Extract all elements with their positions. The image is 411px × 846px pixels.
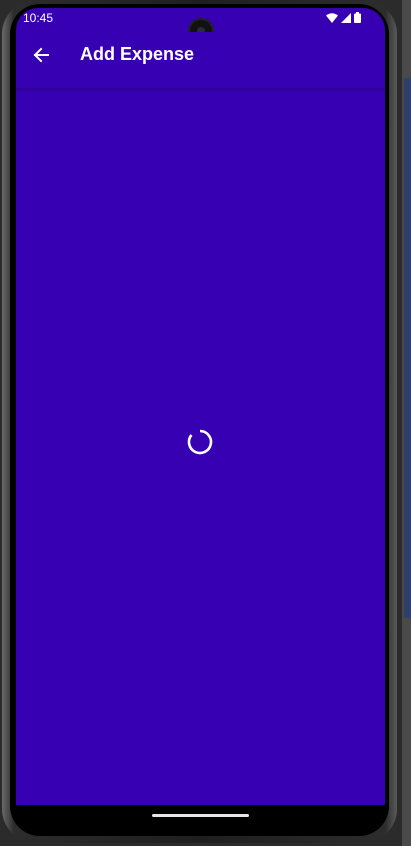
arrow-back-icon [33, 47, 49, 68]
status-icons [326, 12, 361, 26]
device-side-accent [404, 78, 411, 618]
app-screen: 10:45 Add Expense [16, 8, 385, 805]
system-nav-bar [16, 805, 385, 828]
status-time: 10:45 [23, 11, 54, 25]
page-title: Add Expense [80, 44, 195, 64]
device-frame: 10:45 Add Expense [0, 0, 411, 846]
app-bar: Add Expense [16, 32, 385, 88]
progress-spinner-icon [187, 429, 213, 455]
home-indicator[interactable] [152, 814, 249, 817]
wifi-icon [326, 12, 338, 26]
phone-screen: 10:45 Add Expense [16, 8, 385, 828]
cell-signal-icon [341, 12, 351, 26]
back-button[interactable] [26, 42, 56, 72]
battery-icon [354, 12, 361, 26]
